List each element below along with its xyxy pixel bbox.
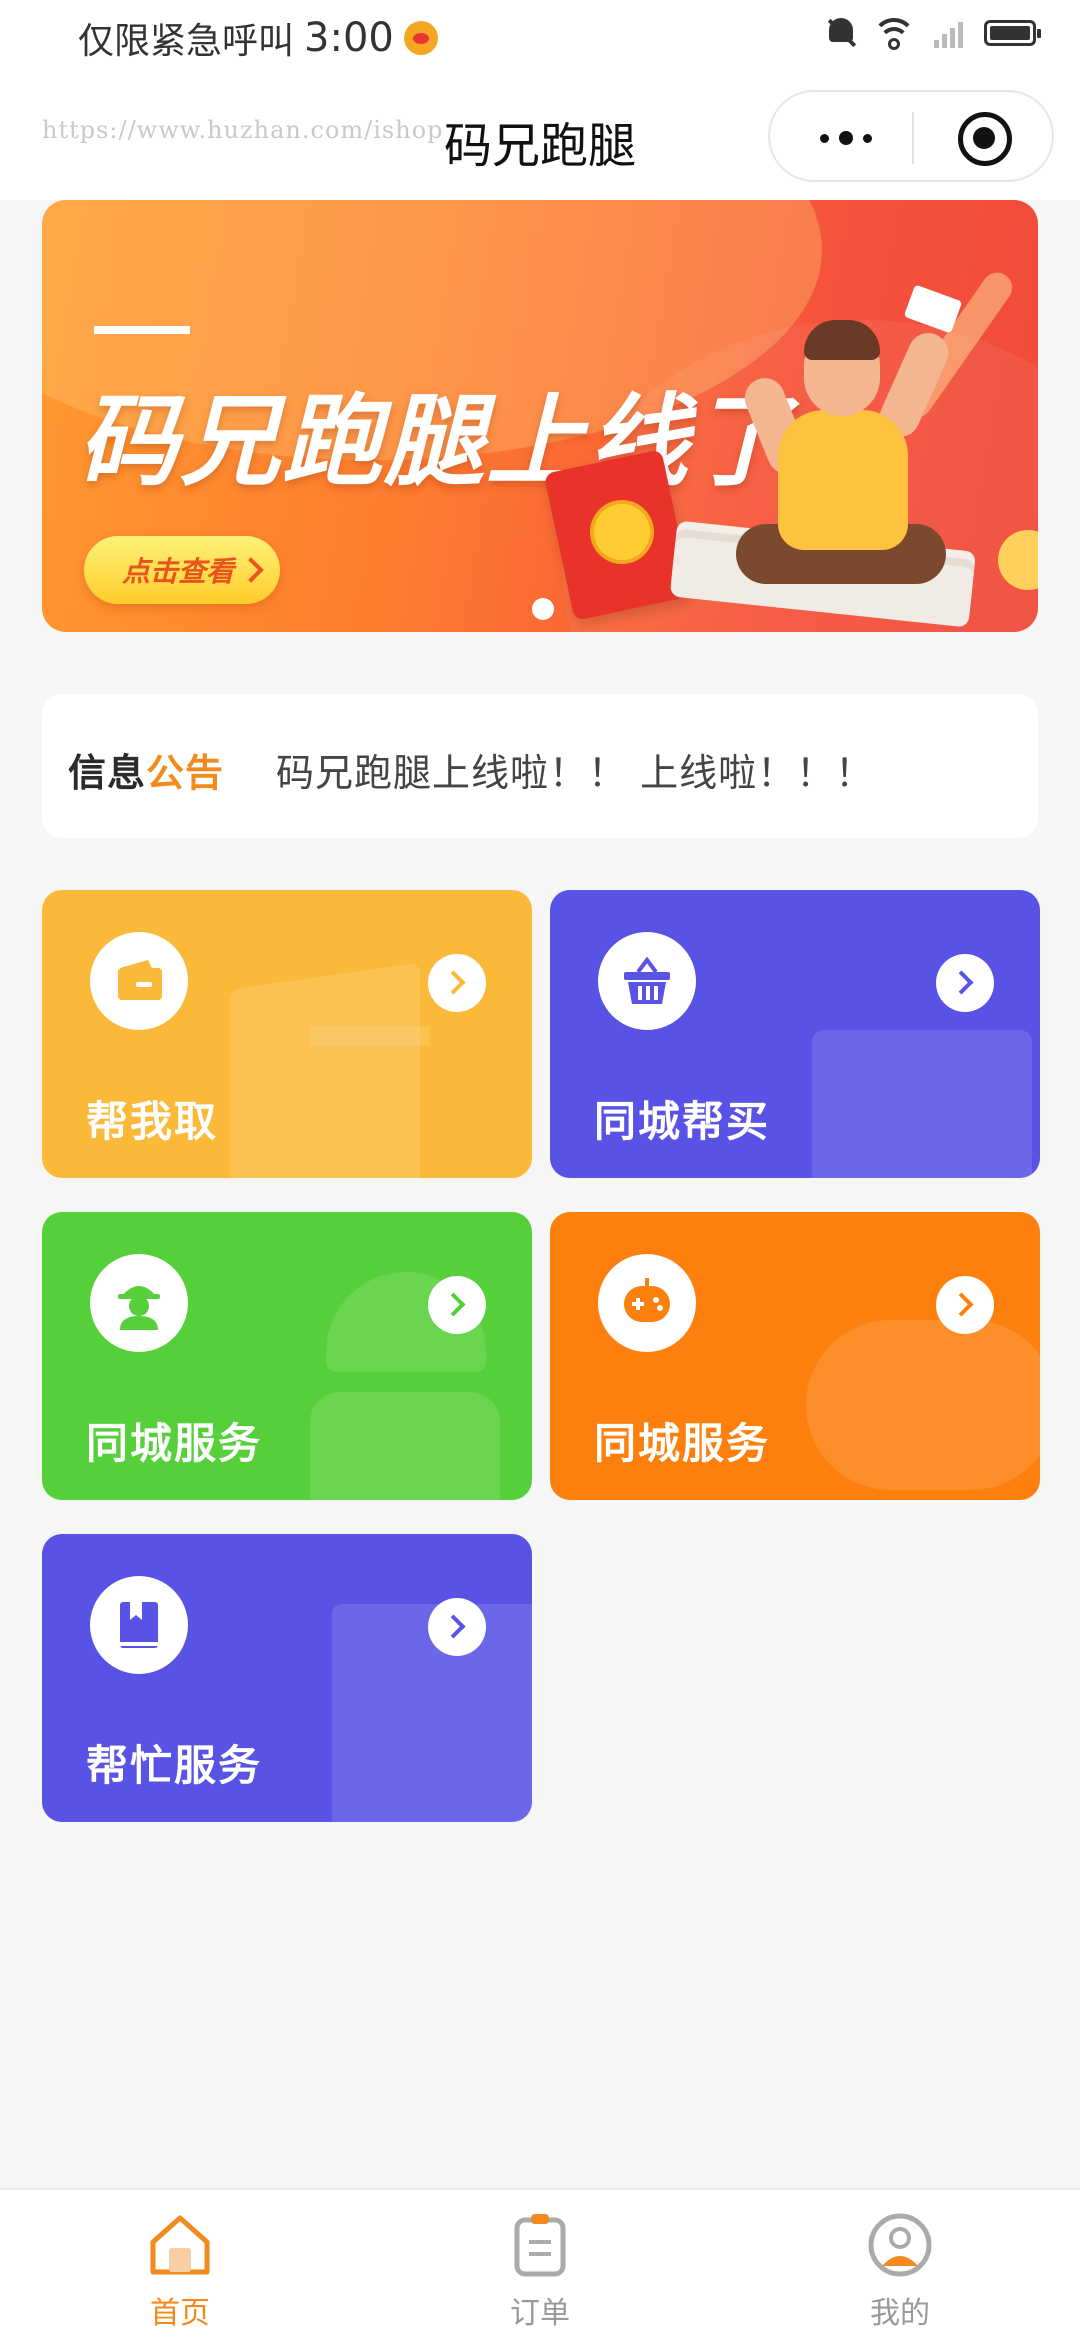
profile-icon xyxy=(865,2210,935,2280)
home-icon xyxy=(145,2210,215,2280)
tab-home-label: 首页 xyxy=(150,2296,210,2331)
bottom-tab-bar: 首页 订单 我的 xyxy=(0,2188,1080,2342)
banner-view-button[interactable]: 点击查看 xyxy=(84,536,280,604)
service-label: 帮我取 xyxy=(86,1097,219,1146)
chevron-right-icon xyxy=(428,1276,486,1334)
announcement-badge: 信息公告 xyxy=(68,751,225,795)
miniprogram-capsule xyxy=(768,90,1054,182)
basket-icon xyxy=(598,932,696,1030)
tab-home[interactable]: 首页 xyxy=(100,2210,260,2332)
service-label: 同城服务 xyxy=(594,1419,771,1468)
chevron-right-icon xyxy=(238,557,264,583)
tab-orders-label: 订单 xyxy=(510,2296,570,2331)
service-label: 帮忙服务 xyxy=(86,1741,263,1790)
carrier-text: 仅限紧急呼叫 xyxy=(78,21,295,62)
banner-headline: 码兄跑腿上线了 xyxy=(78,383,792,500)
wifi-icon xyxy=(872,18,916,50)
announcement-text: 码兄跑腿上线啦！！ 上线啦！！！ xyxy=(276,751,875,795)
promo-banner[interactable]: 码兄跑腿上线了 点击查看 xyxy=(42,200,1038,632)
book-icon xyxy=(90,1576,188,1674)
service-label: 同城服务 xyxy=(86,1419,263,1468)
mute-bell-icon xyxy=(826,16,856,50)
weibo-notification-icon xyxy=(403,21,438,55)
more-options-button[interactable] xyxy=(806,120,886,156)
tab-profile[interactable]: 我的 xyxy=(820,2210,980,2332)
tab-profile-label: 我的 xyxy=(870,2296,930,2331)
chevron-right-icon xyxy=(936,954,994,1012)
status-icons xyxy=(826,16,1041,50)
signal-icon xyxy=(932,18,966,48)
chevron-right-icon xyxy=(936,1276,994,1334)
banner-view-label: 点击查看 xyxy=(122,555,235,588)
service-card-pickup[interactable]: 帮我取 xyxy=(42,890,532,1178)
status-left: 仅限紧急呼叫 3:00 xyxy=(78,12,438,64)
gamepad-icon xyxy=(598,1254,696,1352)
battery-icon xyxy=(984,20,1041,46)
capsule-divider xyxy=(912,112,914,164)
service-label: 同城帮买 xyxy=(594,1097,771,1146)
status-time: 3:00 xyxy=(304,15,394,61)
service-card-buy[interactable]: 同城帮买 xyxy=(550,890,1040,1178)
status-bar: 仅限紧急呼叫 3:00 xyxy=(0,0,1080,76)
carousel-indicator-dot[interactable] xyxy=(532,598,554,620)
announcement-bar[interactable]: 信息公告 码兄跑腿上线啦！！ 上线啦！！！ xyxy=(42,694,1038,838)
chevron-right-icon xyxy=(428,1598,486,1656)
worker-icon xyxy=(90,1254,188,1352)
service-card-local-game[interactable]: 同城服务 xyxy=(550,1212,1040,1500)
tab-orders[interactable]: 订单 xyxy=(460,2210,620,2332)
service-card-local[interactable]: 同城服务 xyxy=(42,1212,532,1500)
nav-bar: https://www.huzhan.com/ishop 码兄跑腿 xyxy=(0,76,1080,200)
order-icon xyxy=(505,2210,575,2280)
chevron-right-icon xyxy=(428,954,486,1012)
close-miniprogram-button[interactable] xyxy=(954,108,1014,168)
banner-accent-line xyxy=(94,326,190,334)
service-card-help[interactable]: 帮忙服务 xyxy=(42,1534,532,1822)
wallet-icon xyxy=(90,932,188,1030)
